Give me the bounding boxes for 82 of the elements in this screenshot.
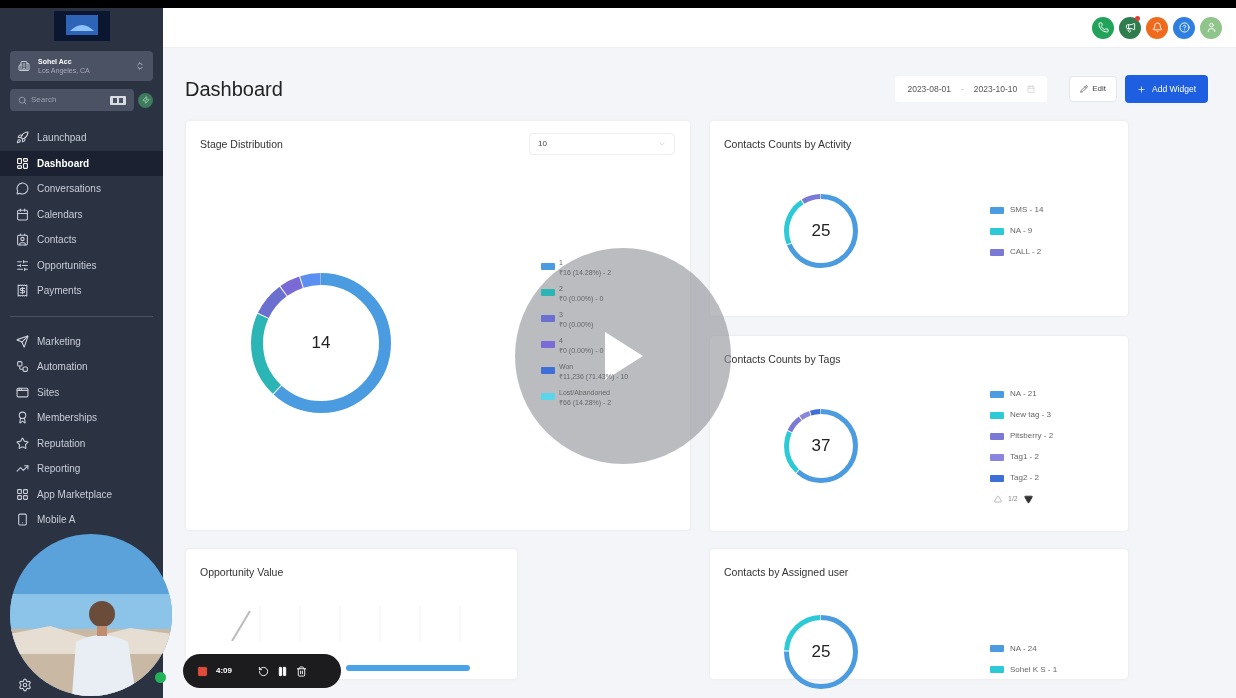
nav-item[interactable]: Automation	[0, 354, 163, 380]
phone-button[interactable]	[1092, 16, 1114, 39]
stop-icon[interactable]	[197, 665, 208, 677]
pencil-icon	[1080, 85, 1089, 93]
chevron-down-icon	[658, 140, 666, 148]
keyboard-shortcut-icon	[110, 95, 126, 105]
bell-button[interactable]	[1146, 16, 1168, 39]
lightning-icon	[141, 96, 150, 104]
nav-item[interactable]: Dashboard	[0, 150, 163, 176]
help-button[interactable]	[1173, 16, 1195, 39]
chevrons-icon	[135, 61, 145, 71]
card-title: Contacts by Assigned user	[724, 565, 849, 580]
nav-icon	[16, 284, 29, 298]
help-icon	[1178, 22, 1190, 33]
card-title: Opportunity Value	[200, 565, 284, 580]
nav-item[interactable]: Marketing	[0, 328, 163, 354]
nav-icon	[16, 182, 29, 196]
legend-label: NA - 24	[1010, 642, 1037, 655]
nav-icon	[16, 487, 29, 501]
nav-item[interactable]: Memberships	[0, 405, 163, 431]
nav-item[interactable]: Conversations	[0, 176, 163, 202]
edit-button[interactable]: Edit	[1069, 76, 1118, 102]
add-widget-button[interactable]: Add Widget	[1125, 75, 1208, 103]
nav-item[interactable]: Contacts	[0, 227, 163, 253]
page-down-icon[interactable]	[1023, 494, 1033, 504]
donut-total: 37	[811, 437, 831, 456]
bell-icon	[1151, 22, 1163, 33]
nav-item[interactable]: Payments	[0, 278, 163, 304]
pause-icon[interactable]	[277, 665, 288, 677]
logo-icon	[53, 11, 110, 41]
nav-icon	[16, 385, 29, 399]
nav-item[interactable]: App Marketplace	[0, 481, 163, 507]
nav-item[interactable]: Sites	[0, 379, 163, 405]
card-title: Contacts Counts by Activity	[724, 137, 852, 152]
legend-label: Tag2 - 2	[1010, 472, 1039, 485]
legend-label: NA - 21	[1010, 388, 1037, 401]
nav-item[interactable]: Opportunities	[0, 252, 163, 278]
legend-label: New tag - 3	[1010, 409, 1051, 422]
quick-action-button[interactable]	[138, 92, 153, 108]
card-title: Stage Distribution	[200, 137, 283, 152]
megaphone-icon	[1124, 22, 1136, 33]
donut-total: 25	[811, 222, 831, 241]
restart-icon[interactable]	[258, 665, 269, 677]
nav-icon	[16, 334, 29, 348]
dropdown[interactable]: 10	[529, 133, 675, 155]
nav-icon	[16, 207, 29, 221]
megaphone-button[interactable]	[1119, 16, 1141, 39]
nav-icon	[16, 411, 29, 425]
page-title: Dashboard	[185, 77, 284, 102]
nav-item[interactable]: Reputation	[0, 430, 163, 456]
date-range-field[interactable]: 2023-08-01 - 2023-10-10	[895, 76, 1048, 102]
settings-icon[interactable]	[18, 678, 32, 692]
nav-icon	[16, 233, 29, 247]
nav-icon	[16, 258, 29, 272]
nav-icon	[16, 513, 29, 527]
nav-icon	[16, 360, 29, 374]
building-icon	[18, 60, 30, 72]
donut-total: 25	[811, 642, 831, 661]
avatar-icon	[1205, 22, 1217, 33]
nav-icon	[16, 156, 29, 170]
recording-time: 4:09	[216, 665, 232, 677]
legend-label: SMS - 14	[1010, 204, 1044, 217]
search-icon	[18, 95, 27, 105]
plus-icon	[1137, 84, 1147, 94]
nav-item[interactable]: Mobile A	[0, 507, 163, 533]
delete-icon[interactable]	[296, 665, 307, 677]
nav-item[interactable]: Launchpad	[0, 125, 163, 151]
legend-label: CALL - 2	[1010, 246, 1042, 259]
card-title: Contacts Counts by Tags	[724, 352, 841, 367]
legend-label: Pitsberry - 2	[1010, 430, 1054, 443]
calendar-icon	[1027, 85, 1036, 93]
donut-total: 14	[311, 333, 331, 352]
legend-label: Tag1 - 2	[1010, 451, 1039, 464]
search-input[interactable]: Search	[31, 94, 106, 106]
nav-icon	[16, 436, 29, 450]
nav-item[interactable]: Reporting	[0, 456, 163, 482]
search-field[interactable]: Search	[10, 89, 134, 111]
legend-label: Sohel K S - 1	[1010, 663, 1058, 676]
nav-item[interactable]: Calendars	[0, 201, 163, 227]
nav-icon	[16, 131, 29, 145]
phone-icon	[1097, 22, 1109, 33]
legend-label: NA - 9	[1010, 225, 1033, 238]
